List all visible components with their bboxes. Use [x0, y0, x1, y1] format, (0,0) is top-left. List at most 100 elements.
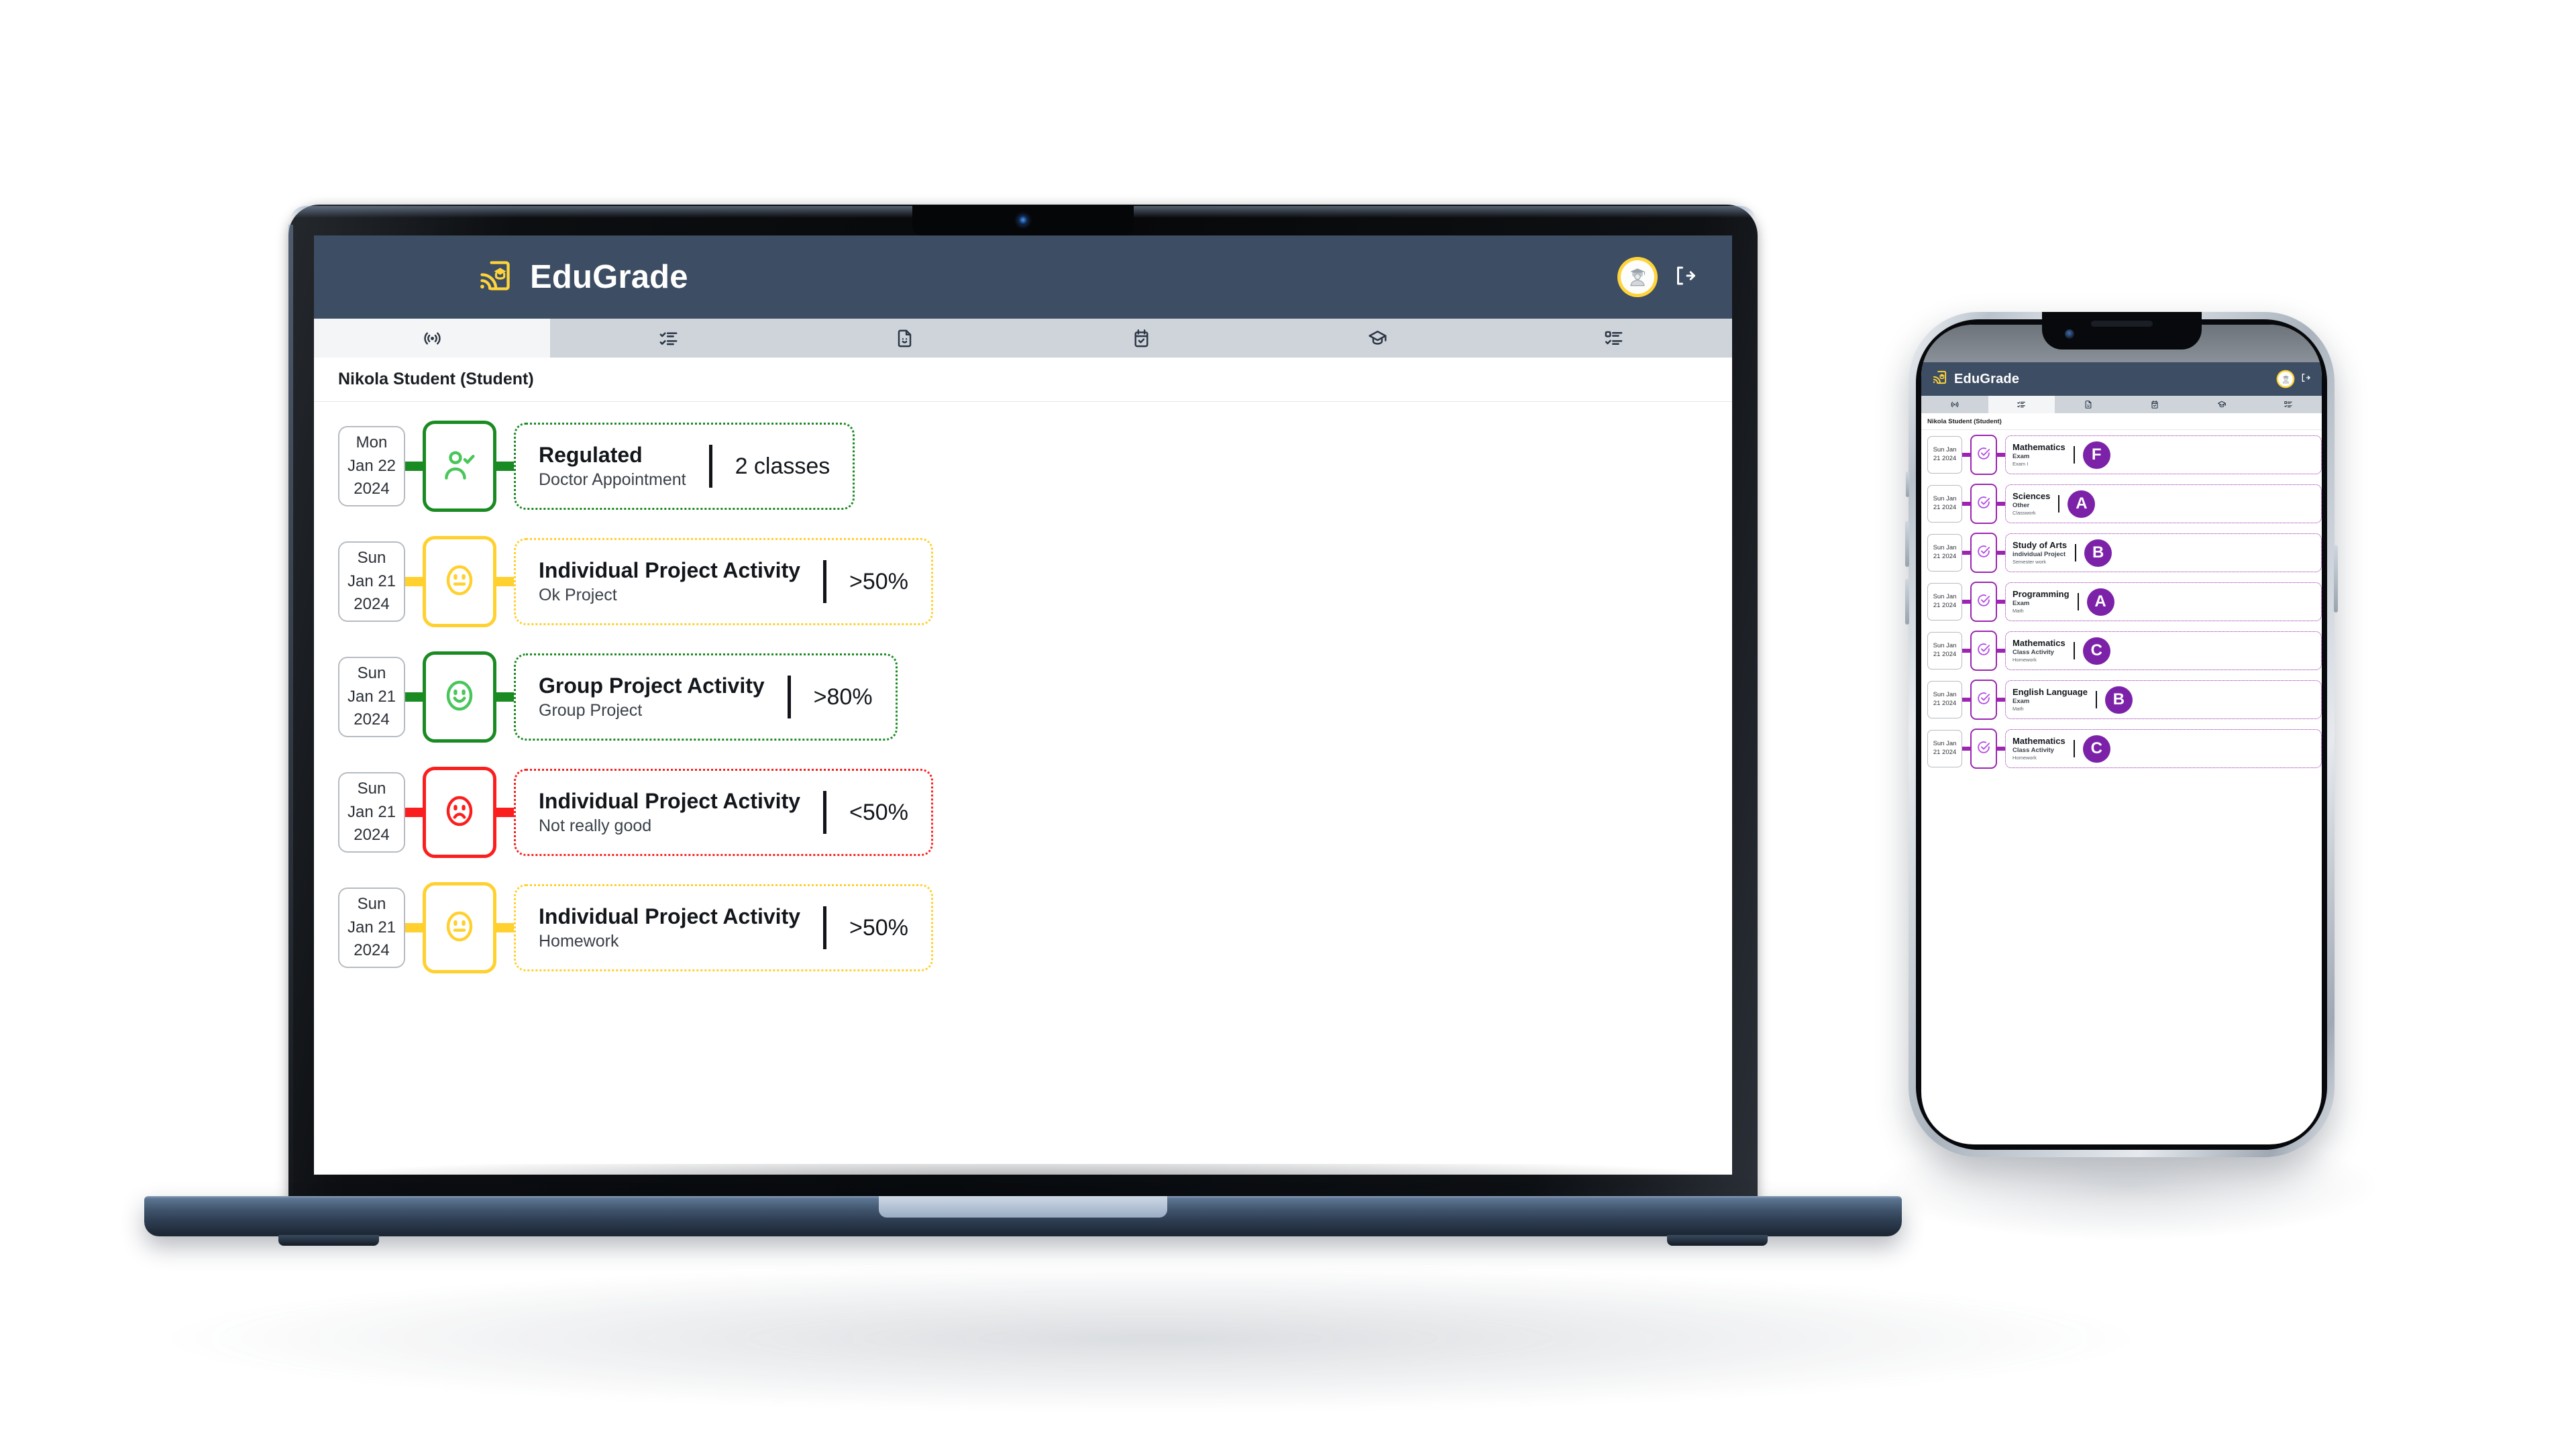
phone-volume-up-button[interactable]: [1905, 521, 1909, 567]
row-connector-left: [405, 577, 423, 586]
row-connector-right: [496, 577, 514, 586]
desktop-user-line: Nikola Student (Student): [314, 358, 1732, 402]
row-title: Mathematics: [2012, 637, 2065, 648]
row-date: Sun Jan 21 2024: [338, 541, 405, 622]
row-date: Sun Jan 21 2024: [1927, 583, 1962, 621]
row-text: Individual Project Activity Ok Project: [539, 558, 800, 606]
row-subtitle: Group Project: [539, 701, 643, 720]
tab-tasks[interactable]: [2255, 396, 2322, 413]
row-status-icon-box: [1970, 435, 1997, 475]
tab-activity[interactable]: [314, 319, 551, 358]
tab-grades[interactable]: [1988, 396, 2055, 413]
row-connector-left: [1962, 502, 1970, 506]
row-connector-left: [405, 808, 423, 817]
graduate-avatar-icon[interactable]: [1621, 260, 1654, 294]
phone-volume-down-button[interactable]: [1905, 579, 1909, 625]
row-status-icon-box: [1970, 729, 1997, 769]
table-row[interactable]: Sun Jan 21 2024: [338, 767, 1732, 858]
tab-grades[interactable]: [550, 319, 786, 358]
phone-tabbar: [1921, 396, 2322, 413]
row-content: Mathematics Class Activity Homework C: [2005, 729, 2322, 768]
laptop-base: [144, 1196, 1902, 1246]
phone-camera-icon: [2064, 329, 2074, 339]
row-subtitle: Other: [2012, 502, 2030, 510]
list-item[interactable]: Sun Jan 21 2024 Programming Exam Math A: [1927, 582, 2322, 622]
tab-calendar[interactable]: [1023, 319, 1259, 358]
row-text: Mathematics Class Activity Homework: [2012, 637, 2065, 663]
phone-mute-switch[interactable]: [1906, 472, 1909, 497]
row-date: Sun Jan 21 2024: [338, 657, 405, 737]
row-date: Mon Jan 22 2024: [338, 426, 405, 506]
row-divider: [2075, 544, 2077, 561]
table-row[interactable]: Sun Jan 21 2024: [338, 536, 1732, 627]
list-item[interactable]: Sun Jan 21 2024 Mathematics: [1927, 631, 2322, 671]
row-content: Regulated Doctor Appointment 2 classes: [514, 423, 855, 510]
graduate-avatar-icon[interactable]: [2278, 372, 2293, 386]
row-content: Individual Project Activity Ok Project >…: [514, 538, 933, 625]
row-connector-right: [496, 808, 514, 817]
check-circle-icon: [1976, 544, 1991, 562]
row-status-icon-box: [423, 882, 496, 973]
row-divider: [708, 445, 712, 488]
grade-badge: B: [2104, 686, 2133, 714]
row-subtitle: Class Activity: [2012, 649, 2054, 657]
row-connector-right: [1997, 600, 2005, 604]
row-text: Individual Project Activity Not really g…: [539, 789, 800, 837]
phone-power-button[interactable]: [2334, 545, 2338, 612]
row-divider: [2073, 740, 2075, 757]
row-connector-right: [496, 692, 514, 702]
row-date: Sun Jan 21 2024: [1927, 632, 1962, 669]
row-value: >50%: [849, 568, 908, 594]
row-connector-left: [405, 923, 423, 932]
row-text: Individual Project Activity Homework: [539, 904, 800, 952]
row-detail: Math: [2012, 608, 2024, 614]
person-check-icon: [441, 446, 478, 487]
tab-tasks[interactable]: [1496, 319, 1732, 358]
table-row[interactable]: Sun Jan 21 2024: [338, 651, 1732, 743]
row-date: Sun Jan 21 2024: [1927, 485, 1962, 523]
row-connector-right: [1997, 649, 2005, 653]
check-circle-icon: [1976, 446, 1991, 464]
table-row[interactable]: Sun Jan 21 2024: [338, 882, 1732, 973]
list-item[interactable]: Sun Jan 21 2024 Study of Arts individual…: [1927, 533, 2322, 573]
brand: EduGrade: [478, 258, 688, 297]
row-content: English Language Exam Math B: [2005, 680, 2322, 719]
tab-reports[interactable]: [2055, 396, 2122, 413]
tab-classes[interactable]: [1259, 319, 1495, 358]
tab-activity[interactable]: [1921, 396, 1988, 413]
row-content: Individual Project Activity Not really g…: [514, 769, 933, 856]
row-date: Sun Jan 21 2024: [1927, 436, 1962, 474]
row-subtitle: Exam: [2012, 698, 2030, 706]
list-item[interactable]: Sun Jan 21 2024 Mathematics: [1927, 729, 2322, 769]
row-title: Mathematics: [2012, 735, 2065, 746]
row-divider: [787, 676, 791, 718]
row-date: Sun Jan 21 2024: [1927, 534, 1962, 572]
laptop-device: EduGrade Nikola Student (Student) Mon Ja…: [144, 205, 1902, 1246]
row-content: Programming Exam Math A: [2005, 582, 2322, 621]
tab-classes[interactable]: [2188, 396, 2255, 413]
brand: EduGrade: [1932, 370, 2019, 388]
laptop-camera-icon: [1018, 216, 1028, 225]
row-subtitle: Not really good: [539, 816, 652, 836]
phone-speaker: [2090, 321, 2153, 327]
row-title: Individual Project Activity: [539, 904, 801, 928]
table-row[interactable]: Mon Jan 22 2024 Regulated Doctor Appoint…: [338, 421, 1732, 512]
tab-reports[interactable]: [787, 319, 1023, 358]
phone-app-screen: EduGrade Nikola Student (Student) Sun Ja…: [1921, 325, 2322, 1144]
list-item[interactable]: Sun Jan 21 2024 Sciences Other Classwork…: [1927, 484, 2322, 524]
check-circle-icon: [1976, 495, 1991, 513]
row-detail: Homework: [2012, 755, 2037, 761]
list-item[interactable]: Sun Jan 21 2024 Mathematics: [1927, 435, 2322, 475]
list-item[interactable]: Sun Jan 21 2024 English Language Exam Ma…: [1927, 680, 2322, 720]
logout-icon[interactable]: [1673, 264, 1697, 291]
grade-badge: B: [2084, 539, 2112, 567]
row-status-icon-box: [1970, 582, 1997, 622]
edugrade-broadcast-cap-logo-icon: [1932, 370, 1947, 388]
row-text: Regulated Doctor Appointment: [539, 443, 686, 490]
tab-calendar[interactable]: [2122, 396, 2189, 413]
desktop-header-actions: [1621, 260, 1697, 294]
row-subtitle: Exam: [2012, 600, 2030, 608]
logout-icon[interactable]: [2300, 372, 2311, 386]
row-value: 2 classes: [735, 453, 830, 479]
row-content: Mathematics Class Activity Homework C: [2005, 631, 2322, 670]
